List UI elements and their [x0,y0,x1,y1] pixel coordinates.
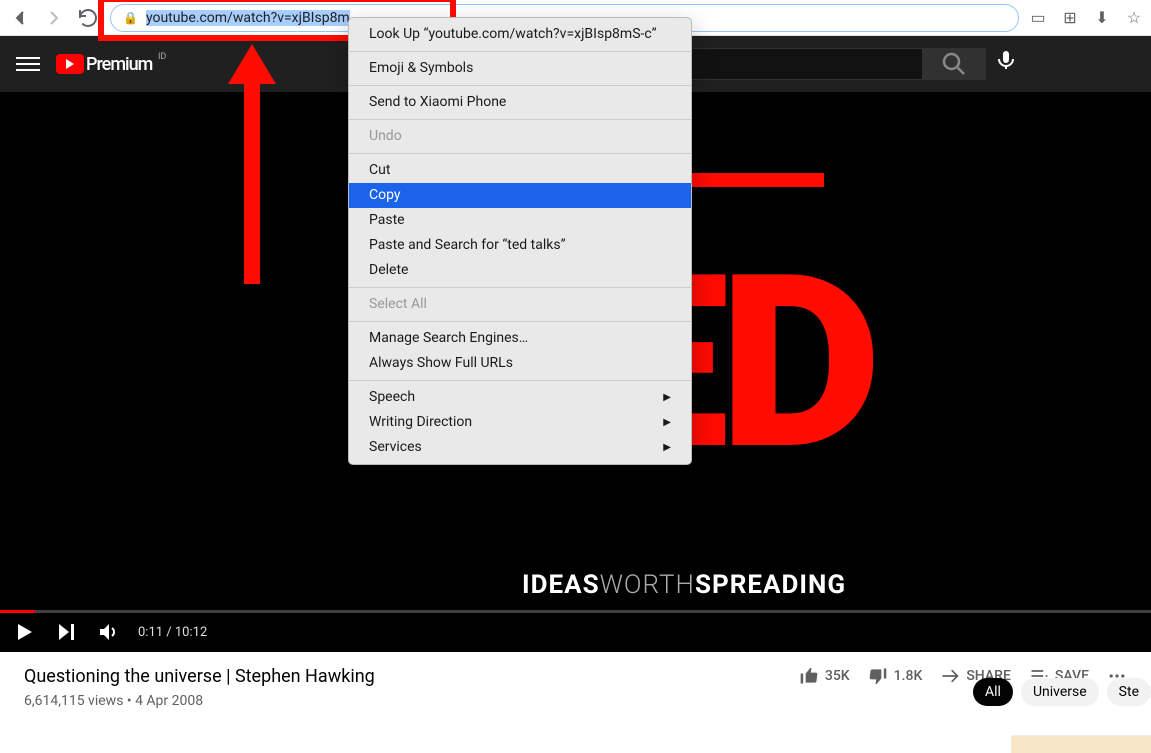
dislike-button[interactable]: 1.8K [868,666,923,686]
play-button[interactable] [12,620,36,644]
menu-button[interactable] [16,52,40,76]
lock-icon: 🔒 [123,11,138,25]
chip-universe[interactable]: Universe [1021,678,1099,706]
voice-search-button[interactable] [994,48,1018,72]
forward-button[interactable] [42,6,66,30]
ctx-copy[interactable]: Copy [349,183,691,208]
ctx-emoji[interactable]: Emoji & Symbols [349,56,691,81]
ctx-services[interactable]: Services▶ [349,435,691,460]
ctx-xiaomi[interactable]: Send to Xiaomi Phone [349,90,691,115]
ctx-delete[interactable]: Delete [349,258,691,283]
qr-icon[interactable]: ⊞ [1061,9,1079,27]
filter-chips: All Universe Ste [973,678,1151,706]
download-icon[interactable]: ⬇ [1093,9,1111,27]
ctx-lookup[interactable]: Look Up “youtube.com/watch?v=xjBIsp8mS-c… [349,22,691,47]
star-icon[interactable]: ☆ [1125,9,1143,27]
like-button[interactable]: 35K [799,666,850,686]
ctx-paste-search[interactable]: Paste and Search for “ted talks” [349,233,691,258]
volume-button[interactable] [96,620,120,644]
ctx-manage-engines[interactable]: Manage Search Engines… [349,326,691,351]
ctx-paste[interactable]: Paste [349,208,691,233]
ctx-writing-direction[interactable]: Writing Direction▶ [349,410,691,435]
time-display: 0:11 / 10:12 [138,625,207,640]
ctx-undo: Undo [349,124,691,149]
search-button[interactable] [922,48,986,80]
youtube-logo[interactable]: Premium ID [56,54,152,75]
chip-partial[interactable]: Ste [1107,678,1151,706]
browser-right-icons: ▭ ⊞ ⬇ ☆ [1029,9,1143,27]
ctx-select-all: Select All [349,292,691,317]
player-controls: 0:11 / 10:12 [0,612,1151,652]
ctx-full-urls[interactable]: Always Show Full URLs [349,351,691,376]
chip-all[interactable]: All [973,678,1013,706]
video-meta: 6,614,115 views • 4 Apr 2008 [24,693,779,709]
logo-text: Premium [86,54,152,75]
logo-region: ID [158,52,166,62]
ctx-speech[interactable]: Speech▶ [349,385,691,410]
ted-tagline: IDEASWORTHSPREADING [522,570,846,600]
context-menu: Look Up “youtube.com/watch?v=xjBIsp8mS-c… [348,17,692,465]
reload-button[interactable] [76,6,100,30]
recommendation-thumbnail[interactable] [1011,735,1151,753]
cast-icon[interactable]: ▭ [1029,9,1047,27]
youtube-play-icon [56,54,84,74]
back-button[interactable] [8,6,32,30]
video-title: Questioning the universe | Stephen Hawki… [24,666,779,687]
next-button[interactable] [54,620,78,644]
ctx-cut[interactable]: Cut [349,158,691,183]
